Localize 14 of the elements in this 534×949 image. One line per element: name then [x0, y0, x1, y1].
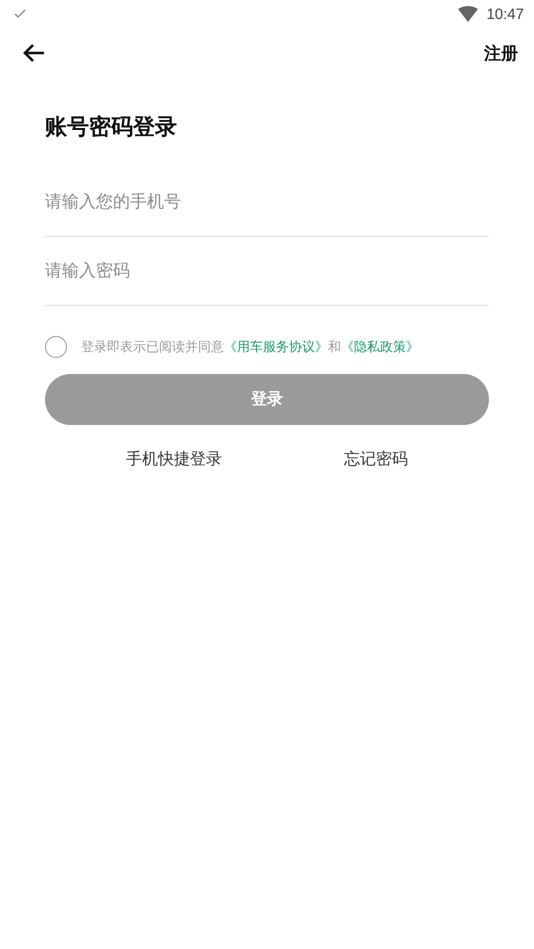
- sms-login-link[interactable]: 手机快捷登录: [126, 449, 222, 470]
- agreement-checkbox[interactable]: [45, 336, 67, 358]
- status-time: 10:47: [486, 6, 524, 22]
- input-field[interactable]: 请输入您的手机号: [45, 168, 489, 237]
- agreement-text: 登录即表示已阅读并同意《用车服务协议》和《隐私政策》: [81, 339, 419, 356]
- register-link[interactable]: 注册: [484, 42, 518, 64]
- service-agreement-link[interactable]: 《用车服务协议》: [224, 340, 328, 355]
- privacy-policy-link[interactable]: 《隐私政策》: [341, 340, 419, 355]
- wifi-icon: [458, 6, 478, 22]
- check-icon: [14, 9, 26, 19]
- forgot-password-link[interactable]: 忘记密码: [344, 449, 408, 470]
- back-arrow-icon[interactable]: [22, 43, 46, 63]
- page-title: 账号密码登录: [45, 114, 178, 142]
- input-field[interactable]: 请输入密码: [45, 237, 489, 306]
